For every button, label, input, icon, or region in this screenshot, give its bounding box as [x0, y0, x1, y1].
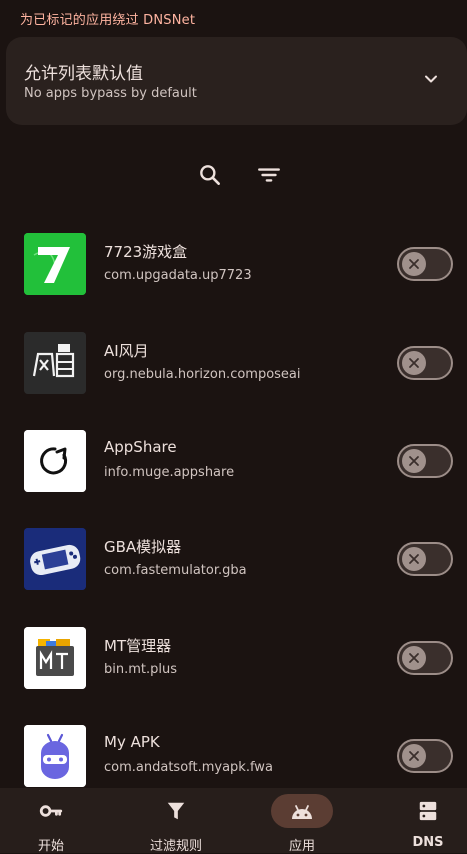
- nav-start[interactable]: 开始: [1, 788, 101, 854]
- app-name: My APK: [104, 733, 160, 751]
- chevron-down-icon[interactable]: [423, 71, 439, 87]
- allowlist-default-card[interactable]: 允许列表默认值 No apps bypass by default: [6, 37, 467, 125]
- nav-filter-rules[interactable]: 过滤规则: [126, 788, 226, 854]
- app-name: AppShare: [104, 438, 177, 456]
- nav-dns[interactable]: DNS: [378, 788, 467, 853]
- app-row-ai-fengyue[interactable]: AI风月 org.nebula.horizon.composeai: [0, 332, 467, 430]
- app-package: com.fastemulator.gba: [104, 563, 247, 578]
- nav-start-label: 开始: [37, 839, 64, 854]
- app-package: com.andatsoft.myapk.fwa: [104, 760, 273, 775]
- app-package: com.upgadata.up7723: [104, 268, 252, 283]
- bypass-toggle[interactable]: [397, 739, 453, 773]
- bypass-toggle[interactable]: [397, 641, 453, 675]
- close-icon: [402, 351, 426, 375]
- dns-server-icon: [397, 794, 459, 828]
- nav-apps-label: 应用: [288, 839, 315, 854]
- app-name: GBA模拟器: [104, 538, 182, 556]
- app-row-appshare[interactable]: AppShare info.muge.appshare: [0, 430, 467, 528]
- filter-icon[interactable]: [256, 162, 282, 188]
- app-package: org.nebula.horizon.composeai: [104, 367, 301, 382]
- app-package: bin.mt.plus: [104, 662, 178, 677]
- bypass-toggle[interactable]: [397, 346, 453, 380]
- close-icon: [402, 646, 426, 670]
- bypass-toggle[interactable]: [397, 247, 453, 281]
- app-name: 7723游戏盒: [104, 243, 188, 261]
- bypass-note: 为已标记的应用绕过 DNSNet: [20, 13, 196, 28]
- 7723-app-icon: [24, 233, 86, 295]
- app-name: MT管理器: [104, 637, 172, 655]
- nav-filter-rules-label: 过滤规则: [149, 839, 202, 854]
- appshare-app-icon: [24, 430, 86, 492]
- nav-apps[interactable]: 应用: [252, 788, 352, 854]
- gba-emulator-app-icon: [24, 528, 86, 590]
- close-icon: [402, 744, 426, 768]
- app-name: AI风月: [104, 342, 149, 360]
- bypass-toggle[interactable]: [397, 542, 453, 576]
- close-icon: [402, 547, 426, 571]
- search-icon[interactable]: [197, 162, 223, 188]
- allowlist-default-subtitle: No apps bypass by default: [24, 86, 197, 101]
- bottom-navigation: 开始 过滤规则 应用 DNS: [0, 788, 467, 854]
- close-icon: [402, 252, 426, 276]
- bypass-toggle[interactable]: [397, 444, 453, 478]
- app-row-gba-emulator[interactable]: GBA模拟器 com.fastemulator.gba: [0, 528, 467, 626]
- ai-fengyue-app-icon: [24, 332, 86, 394]
- close-icon: [402, 449, 426, 473]
- android-icon: [271, 794, 333, 828]
- mt-manager-app-icon: [24, 627, 86, 689]
- app-row-mt-manager[interactable]: MT管理器 bin.mt.plus: [0, 627, 467, 725]
- allowlist-default-title: 允许列表默认值: [24, 64, 143, 84]
- app-row-7723[interactable]: 7723游戏盒 com.upgadata.up7723: [0, 233, 467, 331]
- nav-dns-label: DNS: [412, 835, 444, 850]
- filter-funnel-icon: [145, 794, 207, 828]
- key-icon: [20, 794, 82, 828]
- my-apk-app-icon: [24, 725, 86, 787]
- app-package: info.muge.appshare: [104, 465, 235, 480]
